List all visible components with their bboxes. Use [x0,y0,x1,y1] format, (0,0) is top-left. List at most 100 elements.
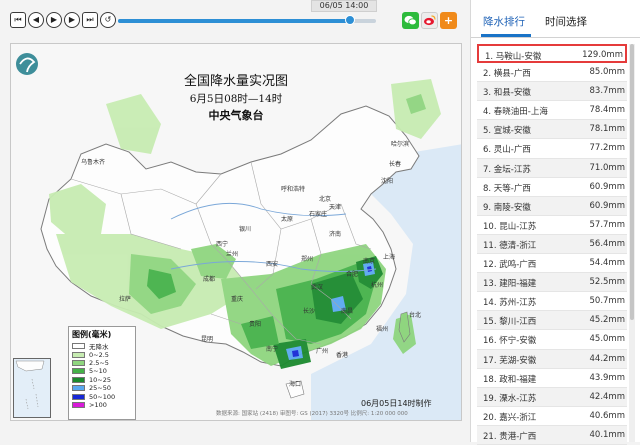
city-label: 拉萨 [119,296,132,303]
ranking-row[interactable]: 3. 和县-安徽 83.7mm [477,82,627,102]
city-label: 福州 [376,326,389,333]
station-name: 21. 贵港-广西 [483,431,537,442]
city-label: 西安 [266,261,279,268]
city-label: 郑州 [301,256,314,263]
legend-swatch [72,376,85,383]
station-name: 3. 和县-安徽 [483,88,531,99]
prev-frame-button[interactable]: ◀ [28,12,44,28]
rainfall-value: 78.1mm [589,124,626,135]
map-credit: 数据来源: 国家站 (2418) 审图号: GS (2017) 3320号 比例… [216,411,408,417]
weibo-icon[interactable] [421,12,438,29]
ranking-row[interactable]: 12. 武鸣-广西 54.4mm [477,254,627,274]
ranking-row[interactable]: 8. 天等-广西 60.9mm [477,178,627,197]
ranking-row[interactable]: 15. 黎川-江西 45.2mm [477,311,627,331]
ranking-row[interactable]: 11. 德清-浙江 56.4mm [477,234,627,255]
legend-item: >100 [72,401,132,409]
rainfall-value: 42.4mm [589,391,626,402]
legend-swatch [72,368,85,375]
station-name: 14. 苏州-江苏 [483,298,537,309]
city-label: 太原 [281,216,294,223]
rainfall-value: 71.0mm [589,162,626,173]
ranking-row[interactable]: 16. 怀宁-安徽 45.0mm [477,330,627,350]
ranking-row[interactable]: 14. 苏州-江苏 50.7mm [477,292,627,312]
first-frame-button[interactable]: ⏮ [10,12,26,28]
tab-time-select[interactable]: 时间选择 [545,14,587,29]
ranking-row[interactable]: 2. 横县-广西 85.0mm [477,63,627,83]
rainfall-value: 44.2mm [589,353,626,364]
next-frame-button[interactable]: ▶ [64,12,80,28]
play-button[interactable]: ▶ [46,12,62,28]
loop-button[interactable]: ↺ [100,12,116,28]
station-name: 13. 建阳-福建 [483,279,537,290]
ranking-row[interactable]: 10. 昆山-江苏 57.7mm [477,216,627,235]
station-name: 11. 德清-浙江 [483,240,537,251]
ranking-row[interactable]: 9. 南陵-安徽 60.9mm [477,196,627,216]
station-name: 18. 政和-福建 [483,374,537,385]
city-label: 昆明 [201,336,214,343]
map-legend: 图例(毫米) 无降水 0~2.5 2.5~5 5~10 10~25 25~50 50~100… [68,326,136,420]
ranking-panel: 降水排行 时间选择 1. 马鞍山-安徽 129.0mm 2. 横县-广西 85.0mm… [470,0,640,445]
city-label: 石家庄 [309,211,328,218]
legend-label: >100 [89,400,107,409]
ranking-row[interactable]: 17. 芜湖-安徽 44.2mm [477,349,627,369]
tab-rainfall-ranking[interactable]: 降水排行 [483,14,525,29]
station-name: 15. 黎川-江西 [483,317,537,328]
skip-first-icon: ⏮ [14,15,22,24]
rainfall-value: 45.2mm [589,315,626,326]
ranking-row[interactable]: 19. 溧水-江苏 42.4mm [477,387,627,407]
station-name: 12. 武鸣-广西 [483,260,537,271]
legend-label: 0~2.5 [89,350,109,359]
legend-item: 2.5~5 [72,359,132,367]
ranking-row[interactable]: 5. 宣城-安徽 78.1mm [477,120,627,140]
city-label: 广州 [316,348,329,355]
ranking-row[interactable]: 13. 建阳-福建 52.5mm [477,273,627,293]
ranking-row[interactable]: 7. 金坛-江苏 71.0mm [477,158,627,178]
ranking-row[interactable]: 1. 马鞍山-安徽 129.0mm [477,44,627,64]
rainfall-value: 54.4mm [589,258,626,269]
rainfall-value: 40.6mm [589,410,626,421]
legend-swatch [72,385,85,392]
city-label: 上海 [383,254,396,261]
south-china-sea-inset [13,358,51,418]
timeline-handle[interactable] [345,15,356,25]
legend-swatch [72,351,85,358]
ranking-row[interactable]: 18. 政和-福建 43.9mm [477,369,627,388]
ranking-row[interactable]: 6. 灵山-广西 77.2mm [477,139,627,159]
rainfall-ranking-list: 1. 马鞍山-安徽 129.0mm 2. 横县-广西 85.0mm 3. 和县-安徽 83… [477,44,627,445]
timeline-slider[interactable] [118,15,376,25]
station-name: 6. 灵山-广西 [483,145,531,156]
rainfall-value: 60.9mm [589,181,626,192]
map-title: 全国降水量实况图 [183,74,288,89]
list-scrollbar[interactable] [629,44,635,442]
timeline-tooltip: 06/05 14:00 [311,0,377,12]
wechat-icon[interactable] [402,12,419,29]
rainfall-value: 129.0mm [582,50,623,60]
legend-label: 50~100 [89,392,116,401]
station-name: 5. 宣城-安徽 [483,126,531,137]
city-label: 天津 [329,204,342,211]
last-frame-button[interactable]: ⏭ [82,12,98,28]
city-label: 重庆 [231,296,244,303]
repeat-icon: ↺ [104,15,112,24]
add-icon[interactable]: + [440,12,457,29]
ranking-row[interactable]: 21. 贵港-广西 40.1mm [477,425,627,445]
ranking-row[interactable]: 20. 嘉兴-浙江 40.6mm [477,407,627,426]
city-label: 台北 [409,312,422,319]
rainfall-value: 57.7mm [589,219,626,230]
scrollbar-thumb[interactable] [630,44,634,320]
legend-item: 0~2.5 [72,350,132,359]
city-label: 南昌 [341,308,354,315]
city-label: 兰州 [226,251,239,258]
playback-toolbar: ⏮ ◀ ▶ ▶ ⏭ ↺ 06/05 14:00 + [0,0,470,40]
legend-title: 图例(毫米) [72,330,112,339]
station-name: 8. 天等-广西 [483,183,531,194]
legend-label: 25~50 [89,384,111,393]
station-name: 4. 春晓油田-上海 [483,107,548,118]
station-name: 20. 嘉兴-浙江 [483,412,537,423]
ranking-row[interactable]: 4. 春晓油田-上海 78.4mm [477,101,627,121]
city-label: 呼和浩特 [281,186,306,193]
rainfall-value: 78.4mm [589,105,626,116]
legend-swatch [72,343,85,350]
city-label: 济南 [329,231,342,238]
prev-icon: ◀ [32,15,40,24]
